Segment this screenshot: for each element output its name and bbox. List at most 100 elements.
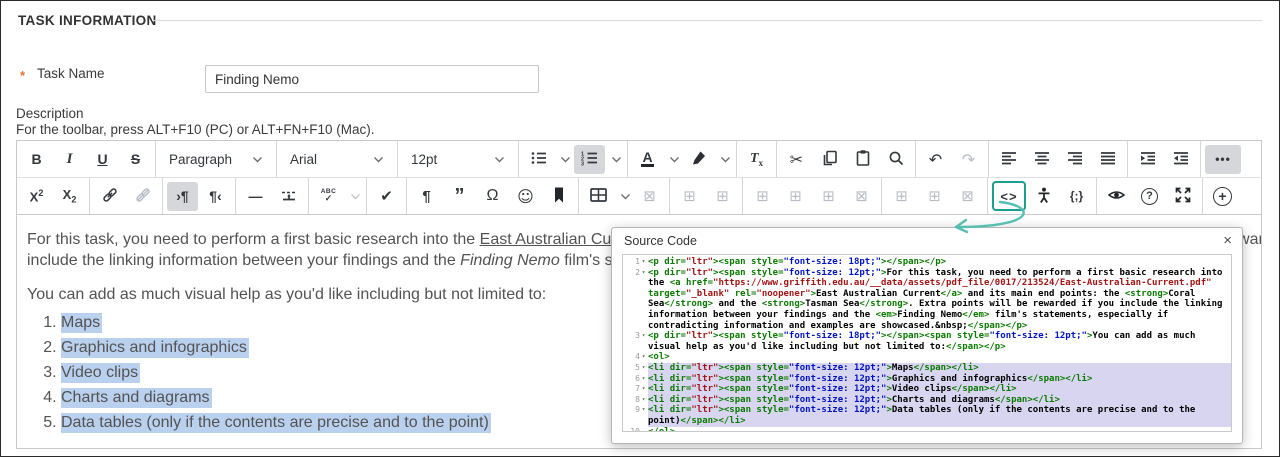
chevron-down-icon bbox=[669, 156, 680, 163]
code-text: <p dir="ltr"><span style="font-size: 18p… bbox=[648, 331, 1201, 352]
align-center-button[interactable] bbox=[1026, 145, 1057, 174]
left-to-right-button[interactable]: ›¶ bbox=[167, 181, 198, 211]
undo-button[interactable]: ↶ bbox=[920, 145, 951, 174]
code-sample-button[interactable]: {;} bbox=[1061, 182, 1092, 211]
merge-cells-icon: ⊞ bbox=[716, 187, 729, 205]
help-icon: ? bbox=[1141, 187, 1158, 205]
add-content-button[interactable]: + bbox=[1207, 182, 1238, 211]
eye-icon bbox=[1107, 186, 1126, 207]
source-code-editor[interactable]: 1 ▾ <p dir="ltr"><span style="font-size: 1… bbox=[622, 254, 1232, 432]
align-right-button[interactable] bbox=[1059, 145, 1090, 174]
outdent-icon bbox=[1172, 149, 1190, 170]
code-text: <li dir="ltr"><span style="font-size: 12… bbox=[648, 362, 1231, 374]
chevron-down-icon bbox=[252, 156, 263, 163]
delete-table-button[interactable]: ⊠ bbox=[634, 182, 665, 211]
blockquote-button[interactable]: ” bbox=[444, 182, 475, 211]
line-number: 6 ▾ bbox=[635, 373, 646, 383]
chevron-down-icon bbox=[620, 193, 631, 200]
insert-table-menu-button[interactable] bbox=[616, 182, 632, 211]
code-line: 6 ▾ <li dir="ltr"><span style="font-size: … bbox=[623, 373, 1231, 385]
highlight-color-menu-button[interactable] bbox=[716, 145, 732, 174]
superscript-button[interactable]: X2 bbox=[21, 182, 52, 211]
dialog-title: Source Code bbox=[624, 233, 697, 248]
special-character-button[interactable]: Ω bbox=[477, 182, 508, 211]
dialog-close-icon[interactable]: × bbox=[1223, 233, 1232, 248]
more-toolbar-button[interactable]: ••• bbox=[1205, 144, 1241, 174]
delete-column-icon: ⊠ bbox=[961, 187, 974, 205]
bullet-list-menu-button[interactable] bbox=[556, 145, 572, 174]
unlink-icon bbox=[134, 186, 152, 207]
numbered-list-button[interactable]: 123 bbox=[574, 144, 605, 174]
horizontal-rule-button[interactable]: — bbox=[240, 182, 271, 211]
chevron-down-icon bbox=[373, 156, 384, 163]
show-blocks-button[interactable]: ¶ bbox=[411, 182, 442, 211]
scissors-icon: ✂ bbox=[789, 149, 804, 169]
insert-row-above-button[interactable]: ⊞ bbox=[780, 182, 811, 211]
justify-button[interactable] bbox=[1092, 145, 1123, 174]
insert-row-below-button[interactable]: ⊞ bbox=[813, 182, 844, 211]
underline-icon: U bbox=[97, 151, 108, 167]
math-check-button[interactable]: ✔ bbox=[371, 182, 402, 211]
insert-table-button[interactable] bbox=[583, 182, 614, 211]
justify-icon bbox=[1099, 149, 1117, 170]
numbered-list-menu-button[interactable] bbox=[607, 145, 623, 174]
highlight-color-button[interactable] bbox=[683, 145, 714, 174]
insert-column-after-icon: ⊞ bbox=[928, 187, 941, 205]
code-line: 4 ▾ <ol> bbox=[623, 352, 1231, 363]
row-properties-button[interactable]: ⊞ bbox=[747, 182, 778, 211]
line-number: 4 ▾ bbox=[635, 352, 646, 362]
chevron-down-icon bbox=[560, 156, 571, 163]
code-line: 2 ▾ <p dir="ltr"><span style="font-size: 1… bbox=[623, 268, 1231, 332]
cell-properties-button[interactable]: ⊞ bbox=[674, 182, 705, 211]
insert-column-after-button[interactable]: ⊞ bbox=[919, 182, 950, 211]
align-left-button[interactable] bbox=[993, 145, 1024, 174]
selected-text: Charts and diagrams bbox=[61, 388, 212, 408]
help-button[interactable]: ? bbox=[1134, 182, 1165, 211]
text-segment: For this task, you need to perform a fir… bbox=[27, 231, 480, 248]
font-family-dropdown[interactable]: Arial bbox=[281, 145, 393, 174]
page-break-button[interactable] bbox=[273, 182, 304, 211]
bullet-list-button[interactable] bbox=[523, 145, 554, 174]
accessibility-checker-button[interactable] bbox=[1028, 182, 1059, 211]
delete-column-button[interactable]: ⊠ bbox=[952, 182, 983, 211]
cut-button[interactable]: ✂ bbox=[781, 145, 812, 174]
delete-row-button[interactable]: ⊠ bbox=[846, 182, 877, 211]
fullscreen-button[interactable] bbox=[1167, 182, 1198, 211]
insert-column-before-button[interactable]: ⊞ bbox=[886, 182, 917, 211]
code-text: <li dir="ltr"><span style="font-size: 12… bbox=[648, 405, 1231, 427]
spellcheck-button[interactable]: ABC ✓ bbox=[313, 182, 344, 211]
emoticons-button[interactable]: ☺ bbox=[510, 182, 541, 211]
code-line: 1 ▾ <p dir="ltr"><span style="font-size: 1… bbox=[623, 257, 1231, 268]
search-button[interactable] bbox=[880, 145, 911, 174]
smiley-icon: ☺ bbox=[517, 186, 534, 206]
paragraph-style-dropdown[interactable]: Paragraph bbox=[160, 145, 272, 174]
indent-button[interactable] bbox=[1132, 145, 1163, 174]
font-size-dropdown[interactable]: 12pt bbox=[402, 145, 514, 174]
italic-button[interactable]: I bbox=[54, 145, 85, 174]
insert-link-button[interactable] bbox=[94, 182, 125, 211]
task-name-input[interactable] bbox=[205, 65, 539, 93]
redo-button[interactable]: ↷ bbox=[953, 145, 984, 174]
text-color-menu-button[interactable] bbox=[665, 145, 681, 174]
paste-button[interactable] bbox=[847, 145, 878, 174]
numbered-list-icon: 123 bbox=[581, 149, 599, 170]
insert-column-before-icon: ⊞ bbox=[895, 187, 908, 205]
remove-link-button[interactable] bbox=[127, 182, 158, 211]
outdent-button[interactable] bbox=[1165, 145, 1196, 174]
preview-button[interactable] bbox=[1101, 182, 1132, 211]
anchor-button[interactable] bbox=[543, 182, 574, 211]
source-code-button[interactable]: <> bbox=[992, 181, 1026, 211]
underline-button[interactable]: U bbox=[87, 145, 118, 174]
code-text: <ol> bbox=[648, 352, 670, 363]
merge-cells-button[interactable]: ⊞ bbox=[707, 182, 738, 211]
page-break-icon bbox=[280, 186, 298, 207]
spellcheck-menu-button[interactable] bbox=[346, 182, 362, 211]
text-color-button[interactable]: A bbox=[632, 145, 663, 174]
copy-button[interactable] bbox=[814, 145, 845, 174]
clear-formatting-button[interactable]: Tx bbox=[741, 145, 772, 174]
strikethrough-button[interactable]: S bbox=[120, 145, 151, 174]
line-number: 8 ▾ bbox=[635, 394, 646, 404]
subscript-button[interactable]: X2 bbox=[54, 182, 85, 211]
right-to-left-button[interactable]: ¶‹ bbox=[200, 182, 231, 211]
bold-button[interactable]: B bbox=[21, 145, 52, 174]
